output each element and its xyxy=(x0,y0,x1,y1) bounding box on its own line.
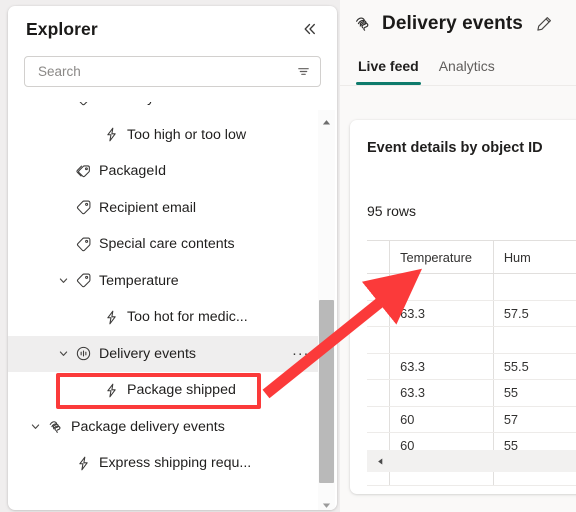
scrollbar-thumb[interactable] xyxy=(319,300,334,483)
explorer-vertical-scrollbar[interactable] xyxy=(318,110,335,510)
table-cell xyxy=(367,380,391,406)
column-header-rownum[interactable] xyxy=(367,241,391,273)
chevron-down-icon[interactable] xyxy=(54,102,72,107)
table-header-row: Temperature Hum xyxy=(367,240,576,274)
more-options-icon[interactable]: ... xyxy=(290,336,312,373)
column-header-temperature[interactable]: Temperature xyxy=(390,241,494,273)
table-cell: 57 xyxy=(494,407,576,433)
row-count-label: 95 rows xyxy=(367,203,417,219)
tree-item-label: Special care contents xyxy=(99,236,235,253)
table-cell xyxy=(367,353,391,379)
caret-up-icon[interactable] xyxy=(318,114,335,131)
table-cell xyxy=(494,274,576,300)
table-cell: 55 xyxy=(494,380,576,406)
chevron-down-icon[interactable] xyxy=(26,418,44,436)
table-cell xyxy=(367,274,391,300)
tab-bar: Live feed Analytics xyxy=(340,48,576,86)
table-cell: 57.5 xyxy=(494,301,576,327)
filter-icon[interactable] xyxy=(293,62,313,82)
tree-item-humidity[interactable]: Humidity xyxy=(8,102,320,117)
tag-icon xyxy=(72,272,94,289)
tags-icon xyxy=(72,163,94,180)
table-cell: 63.3 xyxy=(390,300,494,326)
table-row[interactable] xyxy=(367,327,576,354)
tab-analytics[interactable]: Analytics xyxy=(429,47,505,85)
event-details-card: Event details by object ID 95 rows Tempe… xyxy=(350,120,576,494)
tree-item-special-care-contents[interactable]: Special care contents xyxy=(8,226,320,263)
tree-item-label: Delivery events xyxy=(99,345,196,362)
tree-item-label: PackageId xyxy=(99,163,167,180)
tree-item-package-shipped[interactable]: Package shipped xyxy=(8,372,320,409)
table-row[interactable]: 63.3 55.5 xyxy=(367,353,576,380)
chevron-double-left-icon[interactable] xyxy=(297,16,323,42)
explorer-panel: Explorer Humidity Too high or too low Pack… xyxy=(8,6,337,510)
column-header-label: Hum xyxy=(503,249,531,265)
search-box[interactable] xyxy=(24,56,321,87)
caret-left-icon[interactable] xyxy=(372,453,388,469)
detail-header: Delivery events xyxy=(340,0,576,48)
detail-panel: Delivery events Live feed Analytics Event… xyxy=(340,0,576,512)
tree-item-too-high-or-too-low[interactable]: Too high or too low xyxy=(8,117,320,154)
more-options-label: ... xyxy=(292,342,310,360)
table-cell: 63.3 xyxy=(390,353,494,379)
tree-item-delivery-events[interactable]: Delivery events... xyxy=(8,335,320,373)
table-cell: 63.3 xyxy=(390,380,494,406)
table-cell xyxy=(367,327,391,353)
tag-icon xyxy=(72,199,94,216)
table-cell xyxy=(367,300,391,326)
tag-icon xyxy=(72,102,94,107)
chevron-down-icon[interactable] xyxy=(54,345,72,363)
lightning-icon xyxy=(100,126,122,143)
lightning-icon xyxy=(100,309,122,326)
table-horizontal-scrollbar[interactable] xyxy=(367,450,576,472)
table-cell xyxy=(367,406,391,432)
explorer-header: Explorer xyxy=(8,6,337,52)
signal-circle-icon xyxy=(72,345,94,362)
chevron-down-icon[interactable] xyxy=(54,272,72,290)
tab-label: Analytics xyxy=(438,58,495,74)
tree-item-packageid[interactable]: PackageId xyxy=(8,153,320,190)
tree-item-label: Too hot for medic... xyxy=(127,309,248,326)
tag-icon xyxy=(72,236,94,253)
tree-item-label: Express shipping requ... xyxy=(99,455,252,472)
lightning-icon xyxy=(72,455,94,472)
caret-down-icon[interactable] xyxy=(318,497,335,510)
page-title: Explorer xyxy=(26,18,98,39)
tree-item-too-hot-for-medic[interactable]: Too hot for medic... xyxy=(8,299,320,336)
tree-item-recipient-email[interactable]: Recipient email xyxy=(8,190,320,227)
tab-label: Live feed xyxy=(358,58,419,74)
column-header-label: Temperature xyxy=(400,249,472,265)
tree-item-express-shipping-requ[interactable]: Express shipping requ... xyxy=(8,445,320,482)
explorer-tree: Humidity Too high or too low PackageId Reci… xyxy=(8,102,320,482)
stream-icon xyxy=(44,418,66,435)
table-row[interactable]: 60 57 xyxy=(367,406,576,433)
tree-item-label: Too high or too low xyxy=(127,126,247,143)
tree-item-temperature[interactable]: Temperature xyxy=(8,263,320,300)
table-cell xyxy=(494,327,576,353)
tree-item-label: Temperature xyxy=(99,272,179,289)
tree-item-label: Package shipped xyxy=(127,382,236,399)
stream-icon xyxy=(350,14,376,34)
tree-scroll-viewport: Humidity Too high or too low PackageId Reci… xyxy=(8,102,337,510)
tree-item-label: Recipient email xyxy=(99,199,196,216)
table-row[interactable]: 63.3 57.5 xyxy=(367,300,576,327)
table-cell: 55.5 xyxy=(494,354,576,380)
table-cell: 60 xyxy=(390,406,494,432)
detail-title: Delivery events xyxy=(382,13,523,34)
table-cell xyxy=(390,327,494,353)
app-root: Explorer Humidity Too high or too low Pack… xyxy=(0,0,576,512)
tree-item-label: Humidity xyxy=(99,102,154,106)
tree-item-package-delivery-events[interactable]: Package delivery events xyxy=(8,409,320,446)
lightning-icon xyxy=(100,382,122,399)
table-cell xyxy=(390,274,494,300)
table-row[interactable] xyxy=(367,274,576,301)
column-header-hum[interactable]: Hum xyxy=(494,241,576,273)
tree-item-label: Package delivery events xyxy=(71,418,225,435)
search-input[interactable] xyxy=(38,64,293,79)
card-title: Event details by object ID xyxy=(367,140,543,156)
table-row[interactable]: 63.3 55 xyxy=(367,380,576,407)
tab-live-feed[interactable]: Live feed xyxy=(348,47,429,85)
pencil-icon[interactable] xyxy=(530,10,558,38)
